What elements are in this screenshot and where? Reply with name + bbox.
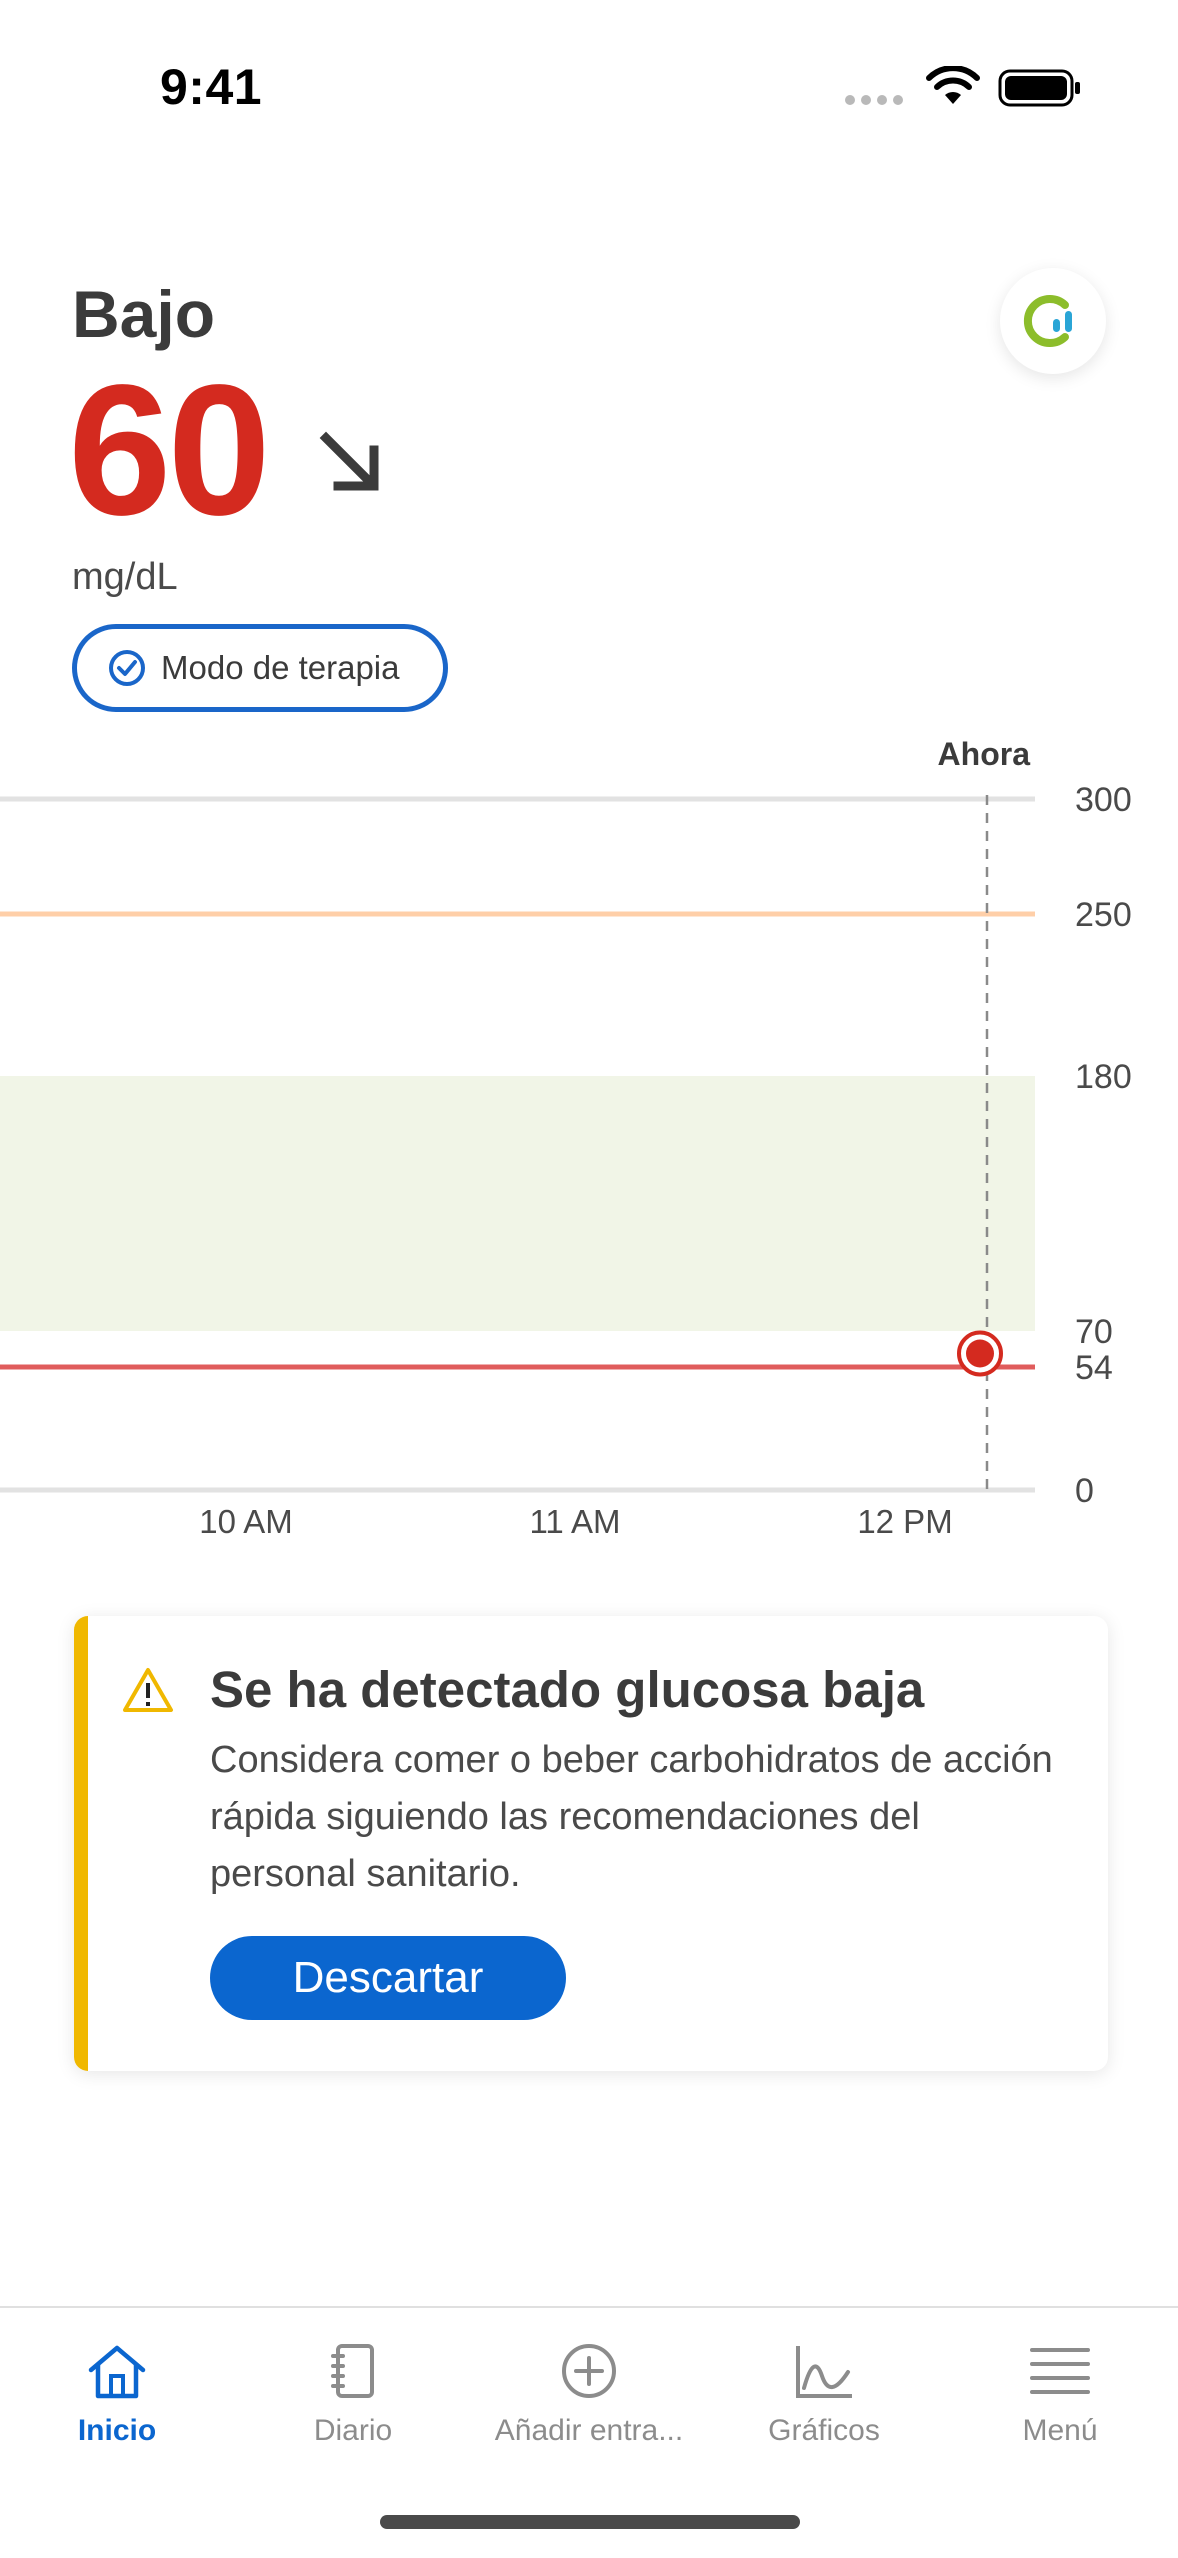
tab-diario[interactable]: Diario	[243, 2342, 463, 2448]
add-circle-icon	[562, 2344, 616, 2398]
home-icon	[88, 2345, 146, 2399]
glucose-status-label: Bajo	[72, 277, 216, 351]
wifi-icon	[926, 66, 980, 104]
y-tick-label: 54	[1075, 1349, 1113, 1387]
x-tick-label: 12 PM	[857, 1503, 952, 1535]
now-label: Ahora	[938, 736, 1031, 772]
y-tick-label: 250	[1075, 896, 1132, 934]
status-time: 9:41	[160, 59, 263, 115]
battery-icon	[998, 69, 1080, 107]
therapy-mode-label: Modo de terapia	[161, 649, 400, 686]
tab-graficos[interactable]: Gráficos	[714, 2342, 934, 2448]
check-circle-icon	[109, 650, 145, 686]
glucose-unit: mg/dL	[72, 556, 178, 598]
tab-inicio[interactable]: Inicio	[7, 2342, 227, 2448]
home-indicator	[380, 2515, 800, 2529]
low-glucose-alert-card: Se ha detectado glucosa baja Considera c…	[74, 1616, 1108, 2071]
therapy-mode-button[interactable]: Modo de terapia	[72, 624, 448, 712]
tab-label: Añadir entra...	[494, 2414, 684, 2447]
cellular-signal-icon	[845, 95, 903, 105]
menu-icon	[1030, 2348, 1090, 2394]
tab-label: Gráficos	[768, 2414, 880, 2447]
app-logo-button[interactable]	[1000, 268, 1106, 374]
app-logo-icon	[1023, 295, 1072, 347]
tab-anadir-entrada[interactable]: Añadir entra...	[479, 2342, 699, 2448]
logbook-icon	[331, 2344, 374, 2398]
y-tick-label: 70	[1075, 1313, 1113, 1351]
dismiss-button[interactable]: Descartar	[210, 1936, 566, 2020]
glucose-value: 60	[68, 347, 271, 554]
y-tick-label: 180	[1075, 1058, 1132, 1096]
tab-label: Diario	[313, 2414, 393, 2447]
alert-title: Se ha detectado glucosa baja	[210, 1661, 925, 1718]
target-range-band	[0, 1076, 1035, 1331]
tab-label: Inicio	[77, 2414, 157, 2447]
current-glucose-point	[966, 1339, 994, 1368]
alert-accent-bar	[74, 1616, 88, 2071]
alert-body: Considera comer o beber carbohidratos de…	[210, 1739, 1053, 1895]
tab-label: Menú	[1022, 2414, 1098, 2447]
chart-icon	[796, 2346, 852, 2398]
x-tick-label: 10 AM	[199, 1503, 293, 1535]
y-tick-label: 0	[1075, 1472, 1094, 1510]
tab-menu[interactable]: Menú	[950, 2342, 1170, 2448]
arrow-down-right-icon	[319, 431, 379, 491]
glucose-chart: Ahora 300 250 180 7054 0 10 AM 11 AM 12 PM	[0, 736, 1132, 1535]
warning-icon	[123, 1668, 173, 1712]
x-tick-label: 11 AM	[529, 1503, 620, 1535]
y-tick-label: 300	[1075, 781, 1132, 819]
